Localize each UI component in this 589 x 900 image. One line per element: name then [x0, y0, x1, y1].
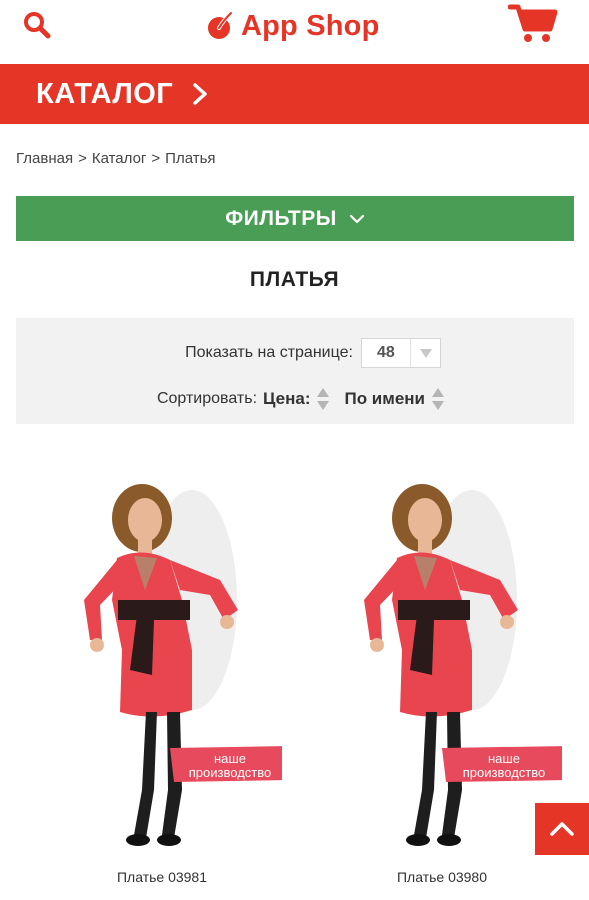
product-name[interactable]: Платье 03981 — [42, 869, 282, 885]
product-card[interactable]: наше производство Платье 03981 — [42, 450, 282, 900]
breadcrumb-item-catalog[interactable]: Каталог — [92, 150, 147, 167]
catalog-label: КАТАЛОГ — [36, 77, 174, 110]
search-icon[interactable] — [22, 10, 52, 40]
per-page-label: Показать на странице: — [185, 344, 353, 361]
sort-row: Сортировать: Цена: По имени — [16, 386, 574, 412]
product-name[interactable]: Платье 03980 — [322, 869, 562, 885]
app-title: App Shop — [241, 9, 380, 42]
product-card[interactable]: наше производство Платье 03980 — [322, 450, 562, 900]
svg-text:производство: производство — [189, 765, 271, 780]
chevron-right-icon — [193, 83, 207, 105]
svg-text:производство: производство — [463, 765, 545, 780]
per-page-value: 48 — [377, 344, 395, 361]
logo-mark-icon — [208, 11, 233, 39]
filters-label: ФИЛЬТРЫ — [225, 206, 337, 230]
sort-updown-icon — [432, 388, 445, 410]
product-image[interactable]: наше производство — [42, 450, 282, 862]
breadcrumb-separator: > — [78, 150, 87, 167]
page-title: ПЛАТЬЯ — [249, 268, 340, 291]
breadcrumb: Главная > Каталог > Платья — [16, 150, 216, 167]
listing-controls: Показать на странице: 48 Сортировать: Це… — [16, 318, 574, 424]
per-page-select[interactable]: 48 — [360, 338, 441, 368]
sort-option-label: По имени — [344, 389, 426, 408]
sort-by-price[interactable]: Цена: — [263, 386, 330, 412]
chevron-up-icon — [550, 822, 574, 836]
svg-text:наше: наше — [214, 751, 246, 766]
sort-by-name[interactable]: По имени — [344, 386, 445, 412]
breadcrumb-item-current: Платья — [165, 150, 216, 167]
product-image[interactable]: наше производство — [322, 450, 562, 862]
filters-button[interactable]: ФИЛЬТРЫ — [16, 196, 574, 241]
per-page-row: Показать на странице: 48 — [16, 338, 574, 368]
app-logo[interactable]: App Shop — [205, 9, 380, 43]
chevron-down-icon — [349, 214, 364, 223]
catalog-bar[interactable]: КАТАЛОГ — [0, 64, 589, 124]
sort-option-label: Цена: — [263, 389, 311, 408]
sort-label: Сортировать: — [156, 390, 258, 407]
breadcrumb-item-home[interactable]: Главная — [16, 150, 73, 167]
app-header: App Shop — [0, 0, 589, 58]
dropdown-arrow-icon — [409, 339, 440, 367]
cart-icon[interactable] — [508, 2, 558, 44]
breadcrumb-separator: > — [151, 150, 161, 167]
svg-text:наше: наше — [488, 751, 520, 766]
sort-updown-icon — [317, 388, 330, 410]
scroll-to-top-button[interactable] — [535, 803, 589, 855]
